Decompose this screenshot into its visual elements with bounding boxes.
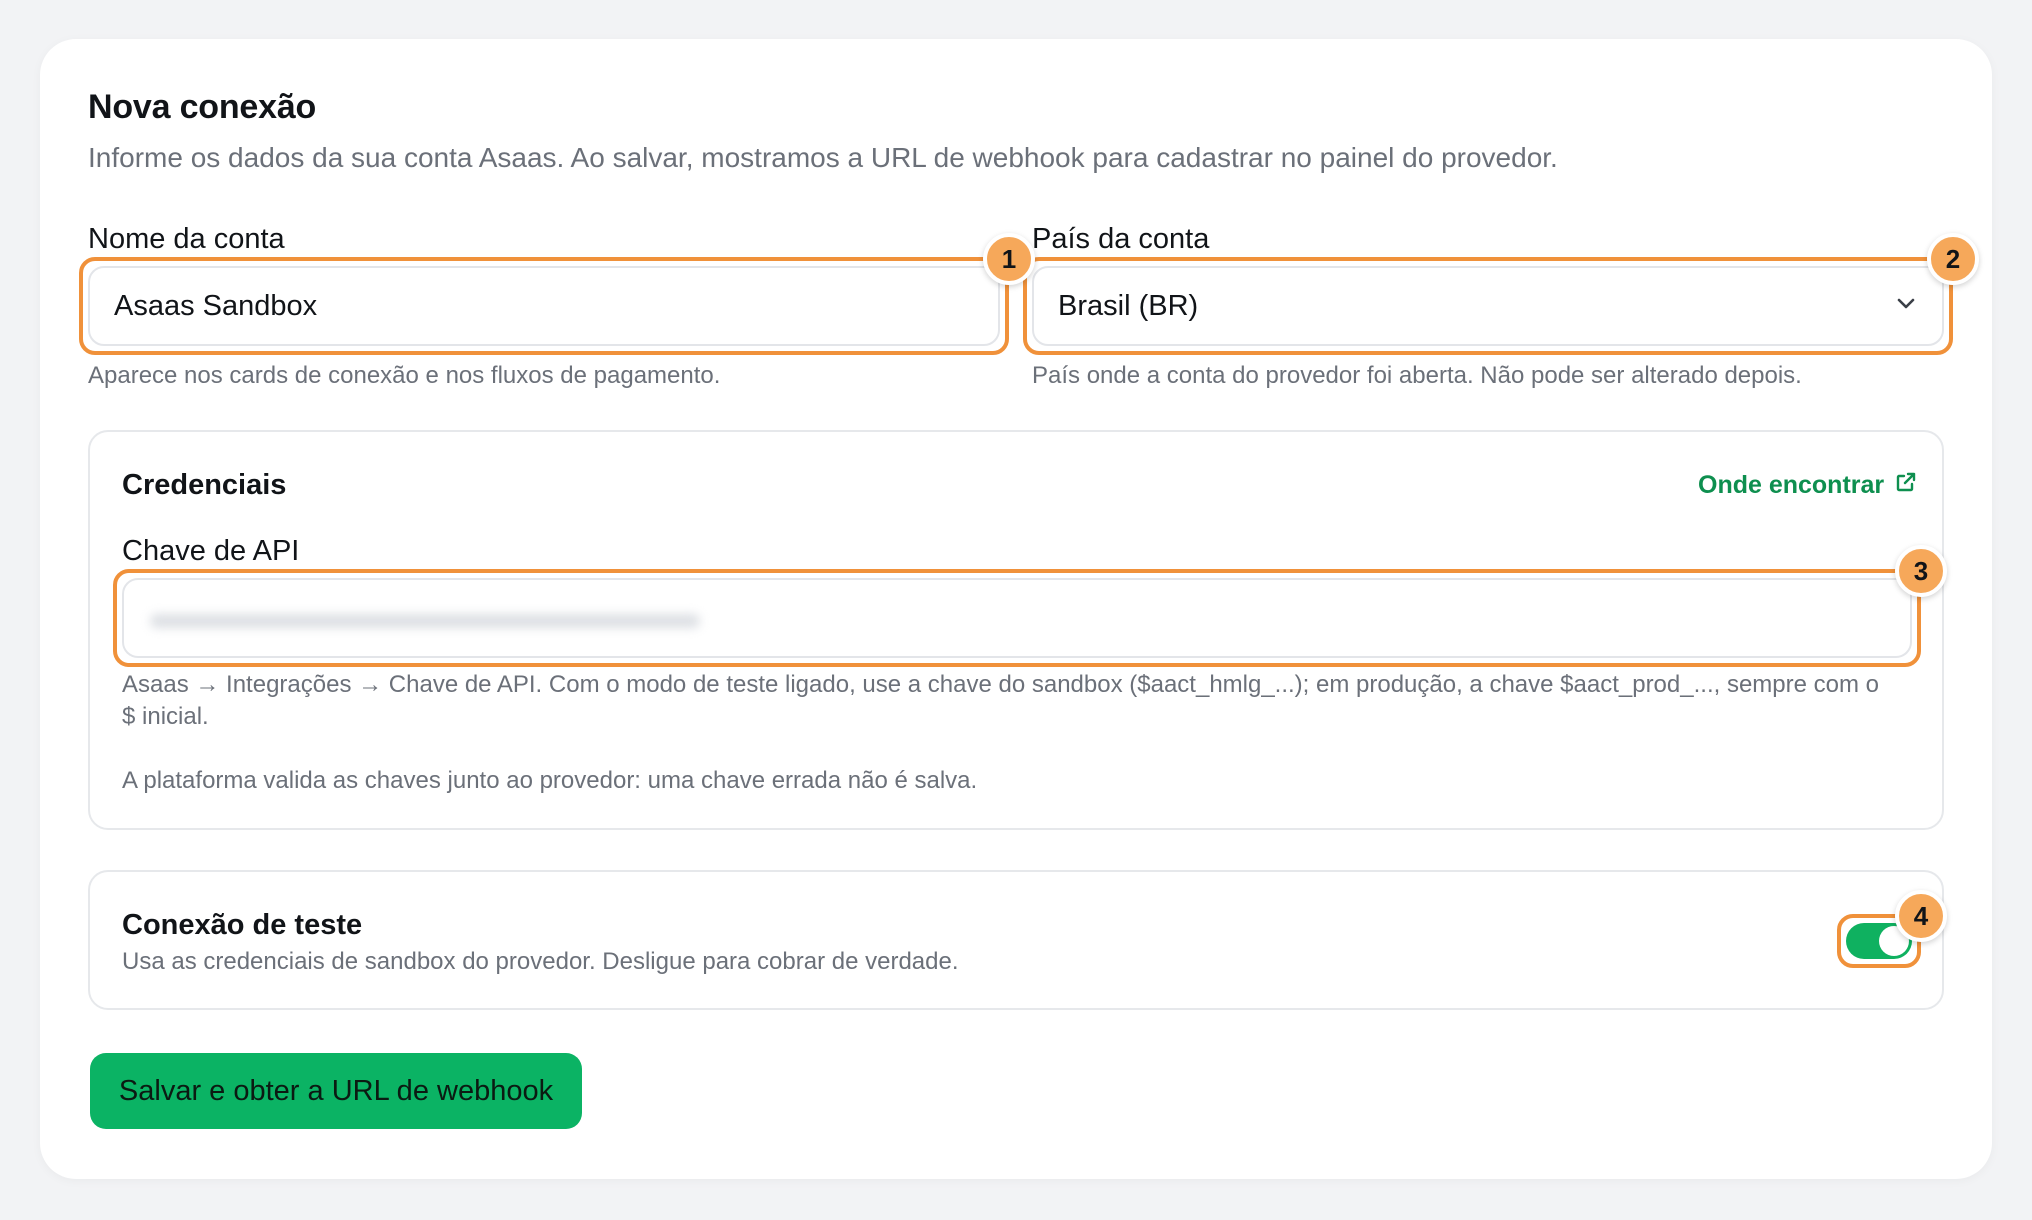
test-connection-panel: [88, 870, 1944, 1010]
highlight-country: [1023, 257, 1953, 355]
where-to-find-label: Onde encontrar: [1698, 471, 1885, 499]
save-get-webhook-button[interactable]: Salvar e obter a URL de webhook: [90, 1053, 582, 1129]
api-key-label: Chave de API: [122, 535, 300, 567]
api-key-hint-line1: Asaas → Integrações → Chave de API. Com …: [122, 671, 1879, 698]
external-link-icon: [1894, 470, 1918, 501]
annotation-badge-3: 3: [1895, 545, 1947, 597]
country-label: País da conta: [1032, 223, 1210, 255]
api-key-hint-line2: $ inicial.: [122, 703, 209, 730]
credentials-title: Credenciais: [122, 469, 287, 501]
highlight-account-name: [79, 257, 1009, 355]
test-connection-description: Usa as credenciais de sandbox do provedo…: [122, 948, 959, 975]
annotation-badge-4: 4: [1895, 890, 1947, 942]
where-to-find-link[interactable]: Onde encontrar: [1698, 470, 1918, 501]
validation-note: A plataforma valida as chaves junto ao p…: [122, 767, 978, 794]
annotation-badge-1: 1: [983, 233, 1035, 285]
test-connection-title: Conexão de teste: [122, 909, 363, 941]
page-subtitle: Informe os dados da sua conta Asaas. Ao …: [88, 142, 1558, 173]
country-hint: País onde a conta do provedor foi aberta…: [1032, 362, 1802, 389]
account-name-label: Nome da conta: [88, 223, 285, 255]
page-title: Nova conexão: [88, 88, 317, 126]
highlight-api-key: [113, 569, 1921, 667]
account-name-hint: Aparece nos cards de conexão e nos fluxo…: [88, 362, 721, 389]
annotation-badge-2: 2: [1927, 233, 1979, 285]
